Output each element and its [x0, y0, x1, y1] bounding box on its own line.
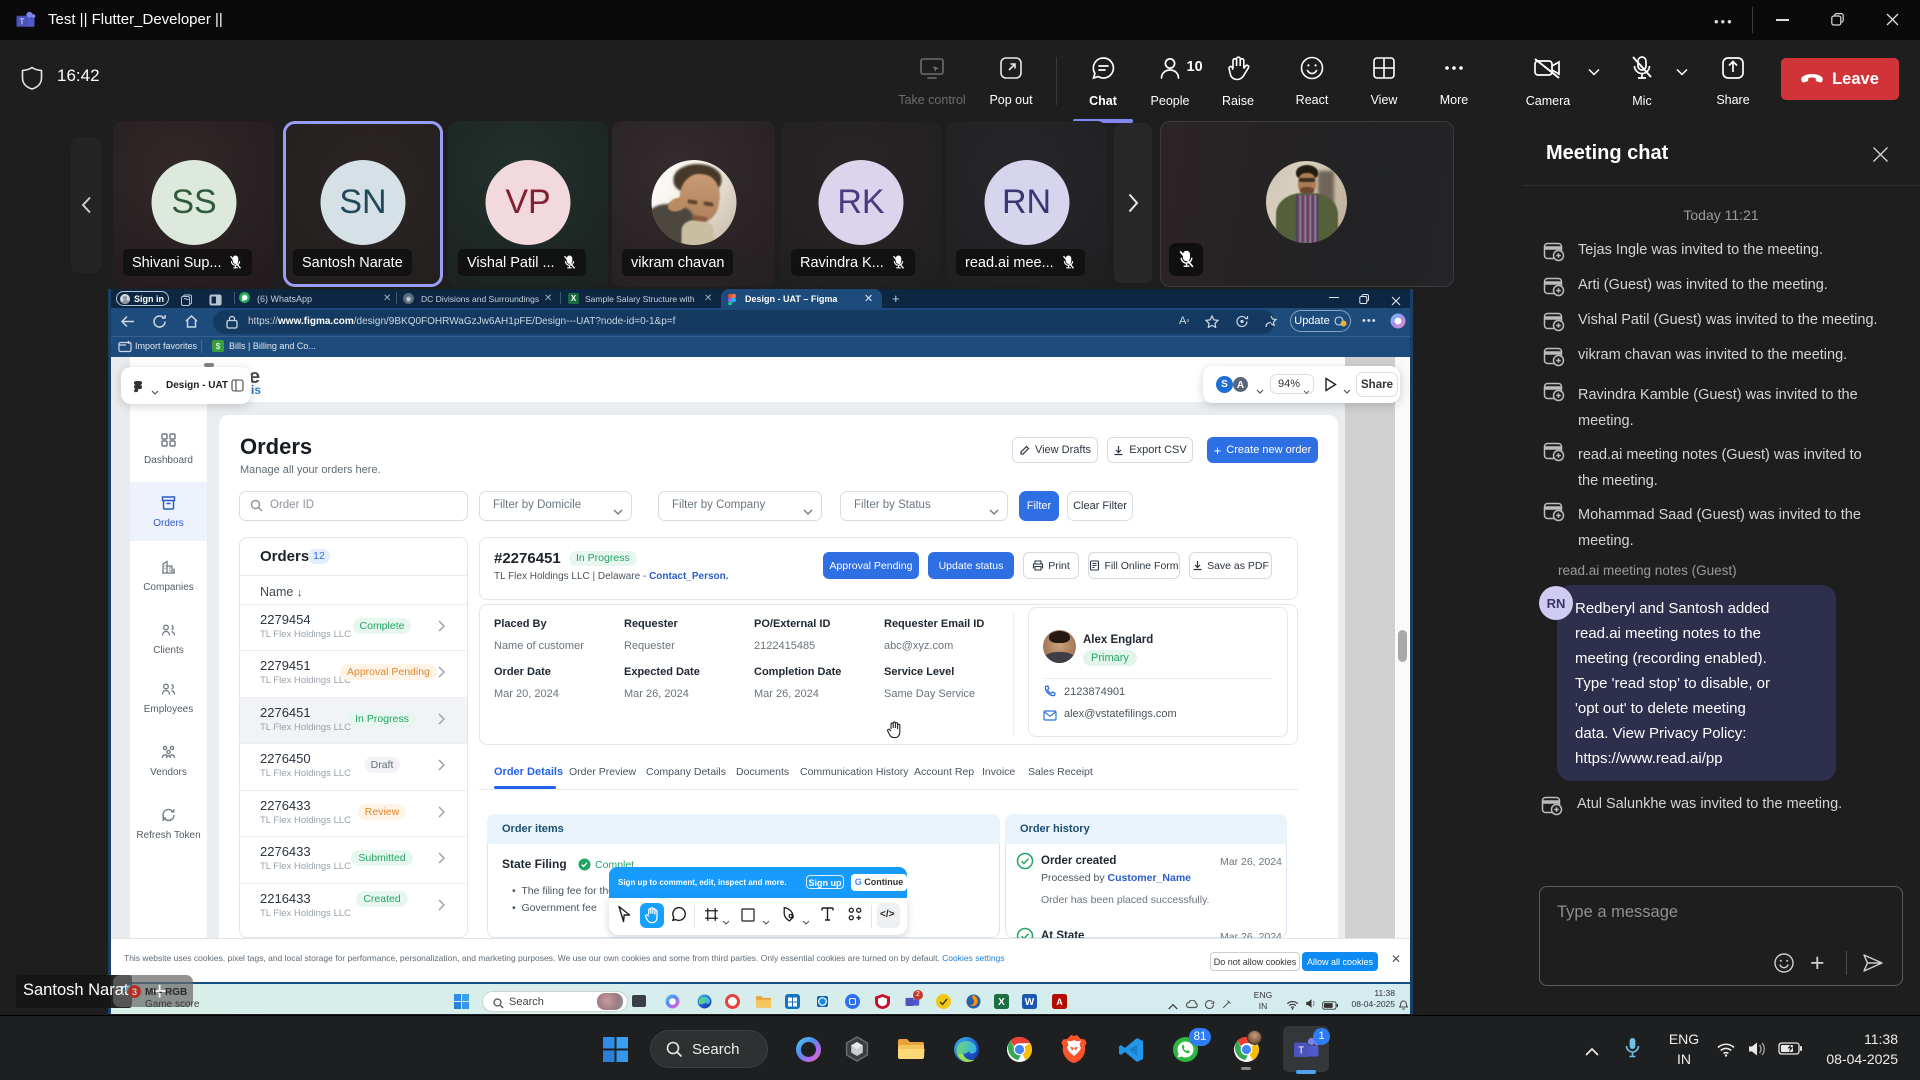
svg-text:T: T [20, 17, 25, 26]
svg-text:W: W [1025, 997, 1035, 1008]
svg-text:A: A [1056, 997, 1063, 1007]
svg-text:X: X [998, 997, 1005, 1008]
svg-text:T: T [1298, 1046, 1304, 1057]
